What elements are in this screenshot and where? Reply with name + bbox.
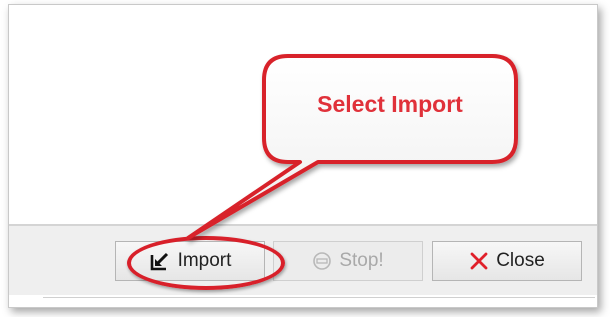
close-button-label: Close (496, 250, 545, 271)
screenshot-frame: Import Stop! Close Select Import (0, 0, 610, 317)
import-highlight-ellipse (127, 236, 285, 290)
stop-button-label: Stop! (339, 250, 384, 271)
close-x-icon (469, 251, 489, 271)
callout-text: Select Import (317, 91, 463, 117)
stop-icon (312, 251, 332, 271)
bottom-line (43, 297, 595, 298)
close-button[interactable]: Close (432, 241, 582, 281)
stop-button[interactable]: Stop! (273, 241, 423, 281)
